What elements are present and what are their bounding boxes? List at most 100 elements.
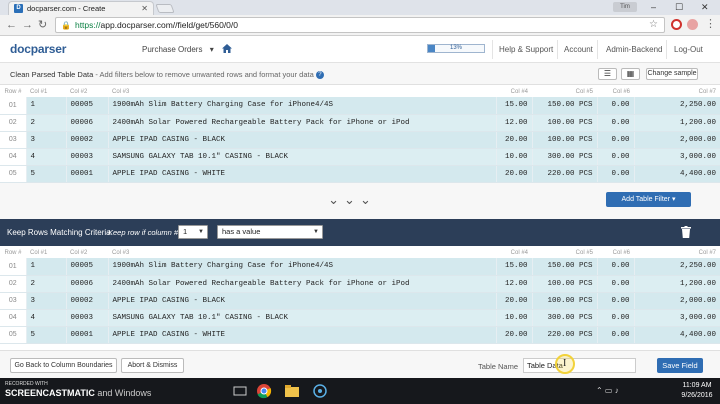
table-name-input[interactable] bbox=[523, 358, 636, 373]
caret-down-icon: ▼ bbox=[198, 229, 204, 235]
trash-icon[interactable] bbox=[681, 226, 691, 238]
save-field-button[interactable]: Save Field bbox=[657, 358, 703, 373]
table-cell: 3,000.00 bbox=[633, 148, 720, 166]
help-icon[interactable]: ? bbox=[315, 71, 324, 80]
address-bar[interactable]: 🔒 https://app.docparser.com//field/get/5… bbox=[55, 17, 665, 33]
app-header: docparser Purchase Orders ▾ 13% Help & S… bbox=[0, 36, 720, 63]
column-select[interactable]: 1 ▼ bbox=[178, 225, 208, 239]
column-header: Col #5 bbox=[532, 247, 597, 258]
table-cell: 20.00 bbox=[495, 131, 532, 149]
back-to-column-boundaries-button[interactable]: Go Back to Column Boundaries bbox=[10, 358, 117, 373]
new-tab-button[interactable] bbox=[155, 4, 175, 13]
table-cell: 3 bbox=[25, 131, 66, 149]
table-cell: 0.00 bbox=[596, 165, 634, 183]
table-cell: 2400mAh Solar Powered Rechargeable Batte… bbox=[107, 114, 496, 132]
dropdown-label: Purchase Orders bbox=[142, 45, 203, 54]
row-number: 03 bbox=[0, 131, 26, 149]
table-cell: 0.00 bbox=[596, 309, 634, 327]
abort-dismiss-button[interactable]: Abort & Dismiss bbox=[121, 358, 184, 373]
table-cell: 4 bbox=[25, 309, 66, 327]
data-table: Row # Col #1 Col #2 Col #3 Col #4 Col #5 Col #… bbox=[0, 247, 720, 344]
grid-view-button[interactable]: ▦ bbox=[621, 68, 640, 80]
table-cell: 0.00 bbox=[596, 148, 634, 166]
caret-down-icon: ▼ bbox=[313, 229, 319, 235]
table-cell: 4 bbox=[25, 148, 66, 166]
row-number: 01 bbox=[0, 97, 26, 115]
row-number: 05 bbox=[0, 326, 26, 344]
table-cell: 00001 bbox=[65, 165, 108, 183]
table-cell: 1,200.00 bbox=[633, 275, 720, 293]
table-cell: 00003 bbox=[65, 309, 108, 327]
column-header: Col #4 bbox=[496, 247, 532, 258]
table-cell: 0.00 bbox=[596, 275, 634, 293]
admin-backend-link[interactable]: Admin-Backend bbox=[606, 45, 662, 54]
account-link[interactable]: Account bbox=[564, 45, 593, 54]
file-explorer-icon[interactable] bbox=[284, 383, 300, 399]
row-number: 01 bbox=[0, 258, 26, 276]
column-header: Col #6 bbox=[597, 247, 634, 258]
condition-select-value: has a value bbox=[222, 227, 261, 236]
table-cell: 150.00 PCS bbox=[531, 97, 597, 115]
recorder-brand: SCREENCASTMATIC and Windows bbox=[5, 388, 152, 398]
condition-select[interactable]: has a value ▼ bbox=[217, 225, 323, 239]
column-header: Col #2 bbox=[66, 247, 108, 258]
task-view-icon[interactable] bbox=[232, 383, 248, 399]
browser-toolbar: ← → ↻ 🔒 https://app.docparser.com//field… bbox=[0, 15, 720, 36]
table-cell: 00003 bbox=[65, 148, 108, 166]
table-cell: 1900mAh Slim Battery Charging Case for i… bbox=[107, 97, 496, 115]
bookmark-star-icon[interactable]: ☆ bbox=[649, 19, 658, 30]
change-sample-button[interactable]: Change sample bbox=[646, 68, 698, 80]
text-cursor-icon: I bbox=[563, 358, 567, 369]
add-table-filter-button[interactable]: Add Table Filter ▾ bbox=[606, 192, 691, 207]
browser-tab[interactable]: D docparser.com - Create ✕ bbox=[8, 1, 154, 15]
table-cell: 12.00 bbox=[495, 275, 532, 293]
table-row: 03 3 00002 APPLE IPAD CASING - BLACK 20.00 10… bbox=[0, 131, 720, 149]
column-header: Col #4 bbox=[496, 86, 532, 97]
table-cell: 00005 bbox=[65, 97, 108, 115]
table-cell: 20.00 bbox=[495, 326, 532, 344]
opera-extension-icon[interactable] bbox=[671, 19, 682, 30]
column-header: Col #1 bbox=[26, 247, 66, 258]
table-cell: 0.00 bbox=[596, 292, 634, 310]
footer-bar: Go Back to Column Boundaries Abort & Dis… bbox=[0, 350, 720, 378]
table-cell: 12.00 bbox=[495, 114, 532, 132]
close-window-icon[interactable]: ✕ bbox=[701, 2, 709, 13]
table-cell: 00005 bbox=[65, 258, 108, 276]
docparser-logo[interactable]: docparser bbox=[10, 42, 66, 56]
table-cell: 300.00 PCS bbox=[531, 309, 597, 327]
reload-icon[interactable]: ↻ bbox=[38, 19, 47, 31]
browser-titlebar: D docparser.com - Create ✕ Tim – ☐ ✕ bbox=[0, 0, 720, 15]
table-row: 04 4 00003 SAMSUNG GALAXY TAB 10.1" CASING … bbox=[0, 148, 720, 166]
profile-button[interactable]: Tim bbox=[613, 2, 637, 12]
system-tray-icons[interactable]: ⌃ ▭ ♪ bbox=[596, 386, 619, 395]
table-cell: 15.00 bbox=[495, 97, 532, 115]
minimize-icon[interactable]: – bbox=[651, 2, 656, 12]
table-cell: APPLE IPAD CASING - BLACK bbox=[107, 292, 496, 310]
close-tab-icon[interactable]: ✕ bbox=[141, 4, 153, 13]
maximize-icon[interactable]: ☐ bbox=[675, 2, 683, 13]
table-name-label: Table Name bbox=[478, 362, 519, 371]
page-subheader: Clean Parsed Table Data - Add filters be… bbox=[0, 63, 720, 85]
table-cell: 20.00 bbox=[495, 165, 532, 183]
table-cell: 0.00 bbox=[596, 114, 634, 132]
help-support-link[interactable]: Help & Support bbox=[499, 45, 553, 54]
forward-arrow-icon[interactable]: → bbox=[22, 19, 33, 31]
logout-link[interactable]: Log-Out bbox=[674, 45, 703, 54]
table-cell: 5 bbox=[25, 326, 66, 344]
table-row: 05 5 00001 APPLE IPAD CASING - WHITE 20.00 22… bbox=[0, 165, 720, 183]
home-icon[interactable] bbox=[222, 44, 232, 55]
media-player-icon[interactable] bbox=[312, 383, 328, 399]
menu-kebab-icon[interactable]: ⋮ bbox=[705, 18, 716, 30]
chrome-icon[interactable] bbox=[256, 383, 272, 399]
table-cell: 2400mAh Solar Powered Rechargeable Batte… bbox=[107, 275, 496, 293]
row-number: 02 bbox=[0, 114, 26, 132]
table-cell: 2 bbox=[25, 114, 66, 132]
page-title-text: Clean Parsed Table Data bbox=[10, 70, 94, 79]
extension-icon[interactable] bbox=[687, 19, 698, 30]
purchase-orders-dropdown[interactable]: Purchase Orders ▾ bbox=[142, 45, 214, 54]
back-arrow-icon[interactable]: ← bbox=[6, 19, 17, 31]
column-header: Col #2 bbox=[66, 86, 108, 97]
list-view-button[interactable]: ☰ bbox=[598, 68, 617, 80]
table-cell: 3 bbox=[25, 292, 66, 310]
table-cell: APPLE IPAD CASING - WHITE bbox=[107, 326, 496, 344]
